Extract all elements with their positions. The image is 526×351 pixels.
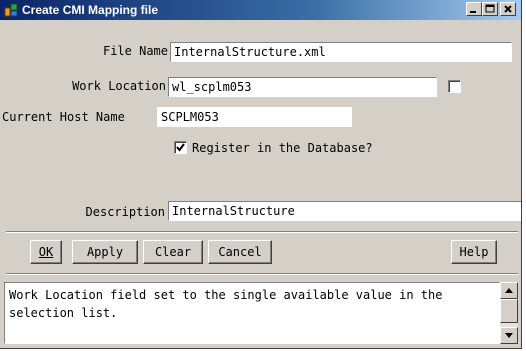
register-checkbox[interactable] [174, 141, 187, 154]
description-input[interactable]: InternalStructure [168, 201, 521, 221]
clear-button-label: Clear [154, 245, 192, 259]
register-label: Register in the Database? [192, 141, 373, 155]
help-button[interactable]: Help [451, 240, 497, 264]
work-location-label: Work Location [72, 79, 166, 93]
clear-button[interactable]: Clear [143, 240, 203, 264]
scroll-up-icon [505, 288, 513, 293]
app-icon [3, 2, 19, 18]
checkmark-icon [176, 143, 185, 152]
cancel-button[interactable]: Cancel [208, 240, 272, 264]
separator-top [6, 231, 518, 233]
scroll-up-button[interactable] [500, 282, 518, 299]
help-button-label: Help [459, 245, 489, 259]
separator-bottom [6, 273, 518, 275]
work-location-input[interactable]: wl_scplm053 [168, 77, 437, 97]
ok-button[interactable]: OK [30, 240, 62, 264]
maximize-icon [485, 4, 495, 13]
host-name-label: Current Host Name [2, 110, 125, 124]
window-title: Create CMI Mapping file [22, 3, 159, 17]
apply-button[interactable]: Apply [72, 240, 138, 264]
status-scrollbar[interactable] [500, 282, 518, 344]
dialog-window: Create CMI Mapping file File Name Intern… [0, 0, 522, 349]
description-label: Description [85, 205, 165, 219]
scroll-thumb[interactable] [500, 299, 518, 323]
close-button[interactable] [500, 2, 516, 16]
close-icon [504, 5, 512, 13]
file-name-input[interactable]: InternalStructure.xml [170, 42, 512, 62]
scroll-down-icon [505, 333, 513, 338]
scroll-down-button[interactable] [500, 327, 518, 344]
title-bar[interactable]: Create CMI Mapping file [0, 0, 521, 20]
host-name-value: SCPLM053 [157, 107, 352, 127]
status-message: Work Location field set to the single av… [4, 282, 500, 344]
cancel-button-label: Cancel [218, 245, 262, 259]
ok-button-label: OK [38, 245, 54, 259]
file-name-label: File Name [102, 44, 168, 58]
minimize-button[interactable] [466, 2, 482, 16]
maximize-button[interactable] [482, 2, 498, 16]
minimize-icon [470, 11, 476, 13]
work-location-checkbox[interactable] [448, 80, 461, 93]
apply-button-label: Apply [86, 245, 124, 259]
